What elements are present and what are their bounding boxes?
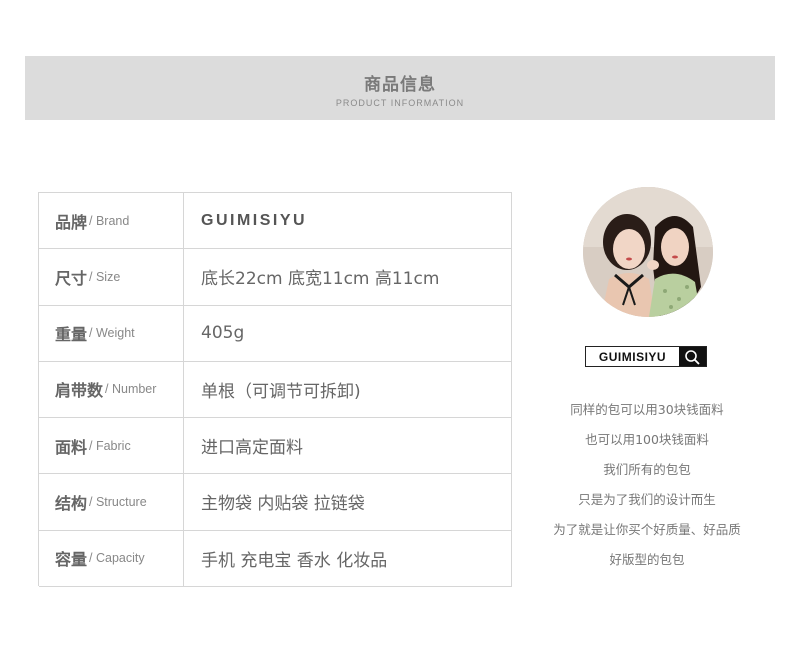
spec-label-zh: 品牌 — [55, 212, 88, 232]
slogan-line: 只是为了我们的设计而生 — [578, 492, 716, 507]
spec-label-zh: 尺寸 — [55, 268, 88, 288]
spec-label-zh: 容量 — [55, 550, 88, 570]
slogan-line: 好版型的包包 — [609, 552, 685, 567]
brand-logo-text: GUIMISIYU — [598, 349, 667, 364]
slogan-line: 为了就是让你买个好质量、好品质 — [553, 522, 741, 537]
spec-value-strap-number: 单根（可调节可拆卸) — [184, 361, 512, 418]
spec-label-en: / Weight — [89, 326, 135, 341]
spec-label-en: / Structure — [89, 494, 147, 509]
spec-label-zh: 结构 — [55, 493, 88, 513]
spec-label-en: / Brand — [89, 213, 130, 228]
spec-label: 容量 / Capacity — [39, 530, 184, 586]
spec-label: 重量 / Weight — [39, 305, 184, 361]
spec-row-fabric: 面料 / Fabric 进口高定面料 — [39, 418, 512, 475]
search-icon[interactable] — [679, 347, 706, 366]
spec-label-en: / Number — [105, 382, 157, 397]
spec-table: 品牌 / Brand GUIMISIYU 尺寸 / Size 底长22cm 底宽… — [38, 192, 512, 587]
spec-row-capacity: 容量 / Capacity 手机 充电宝 香水 化妆品 — [39, 530, 512, 587]
spec-value-brand: GUIMISIYU — [184, 193, 512, 249]
spec-row-structure: 结构 / Structure 主物袋 内贴袋 拉链袋 — [39, 474, 512, 531]
spec-label-zh: 面料 — [55, 437, 88, 457]
spec-label: 肩带数 / Number — [39, 361, 184, 418]
spec-row-strap-number: 肩带数 / Number 单根（可调节可拆卸) — [39, 361, 512, 419]
spec-label-en: / Size — [89, 269, 121, 284]
header-title: 商品信息 — [364, 75, 436, 95]
spec-value-fabric: 进口高定面料 — [184, 418, 512, 474]
spec-value-weight: 405g — [184, 305, 512, 361]
slogan-line: 也可以用100块钱面料 — [585, 432, 709, 447]
spec-label: 结构 / Structure — [39, 474, 184, 530]
spec-row-size: 尺寸 / Size 底长22cm 底宽11cm 高11cm — [39, 249, 512, 306]
spec-label: 尺寸 / Size — [39, 249, 184, 305]
spec-value-size: 底长22cm 底宽11cm 高11cm — [184, 249, 512, 305]
spec-row-brand: 品牌 / Brand GUIMISIYU — [39, 193, 512, 250]
spec-label-zh: 肩带数 — [55, 381, 104, 401]
slogan-line: 同样的包可以用30块钱面料 — [570, 402, 724, 417]
spec-value-capacity: 手机 充电宝 香水 化妆品 — [184, 530, 512, 586]
magnifier-glyph — [684, 349, 700, 365]
header-subtitle: PRODUCT INFORMATION — [335, 98, 465, 108]
spec-row-weight: 重量 / Weight 405g — [39, 305, 512, 362]
spec-label: 品牌 / Brand — [39, 193, 184, 249]
product-info-header: 商品信息 PRODUCT INFORMATION — [25, 56, 775, 120]
spec-value-structure: 主物袋 内贴袋 拉链袋 — [184, 474, 512, 530]
spec-label-en: / Capacity — [89, 551, 145, 566]
spec-label-en: / Fabric — [89, 438, 131, 453]
brand-logo[interactable]: GUIMISIYU — [585, 346, 707, 367]
models-photo — [583, 187, 713, 317]
spec-label: 面料 / Fabric — [39, 418, 184, 474]
spec-label-zh: 重量 — [55, 325, 88, 345]
brand-avatar-photo — [583, 187, 713, 317]
slogan-line: 我们所有的包包 — [603, 462, 691, 477]
